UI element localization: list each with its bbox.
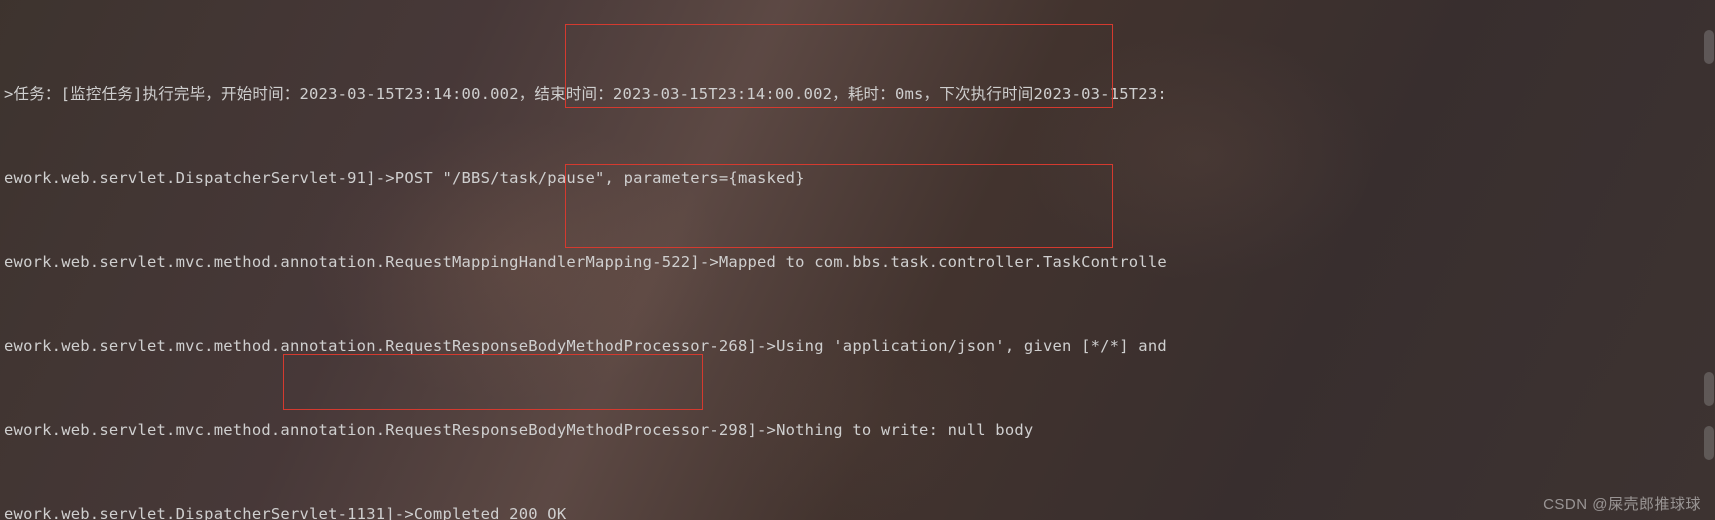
scrollbar-thumb[interactable] bbox=[1704, 30, 1714, 64]
log-line: ework.web.servlet.DispatcherServlet-1131… bbox=[4, 500, 1715, 520]
log-line: ework.web.servlet.mvc.method.annotation.… bbox=[4, 248, 1715, 276]
log-line: ework.web.servlet.DispatcherServlet-91]-… bbox=[4, 164, 1715, 192]
log-line: ework.web.servlet.mvc.method.annotation.… bbox=[4, 416, 1715, 444]
watermark-text: CSDN @屎壳郎推球球 bbox=[1543, 493, 1701, 514]
scrollbar-track[interactable] bbox=[1701, 0, 1715, 520]
log-line: >任务：[监控任务]执行完毕，开始时间：2023-03-15T23:14:00.… bbox=[4, 80, 1715, 108]
log-line: ework.web.servlet.mvc.method.annotation.… bbox=[4, 332, 1715, 360]
scrollbar-thumb[interactable] bbox=[1704, 426, 1714, 460]
terminal-log: >任务：[监控任务]执行完毕，开始时间：2023-03-15T23:14:00.… bbox=[0, 0, 1715, 520]
scrollbar-thumb[interactable] bbox=[1704, 372, 1714, 406]
